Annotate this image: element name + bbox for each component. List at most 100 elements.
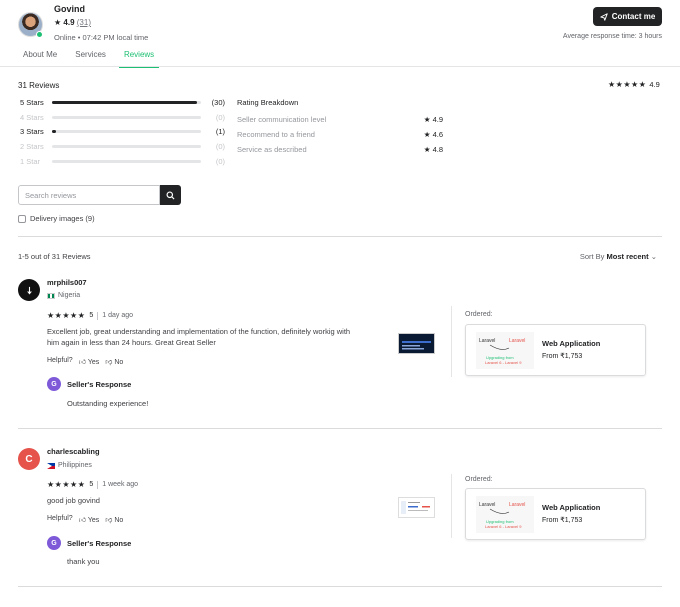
- helpful-no-button[interactable]: 👎︎ No: [105, 357, 123, 366]
- reviewer-avatar[interactable]: [18, 279, 40, 301]
- seller-status: Online • 07:42 PM local time: [54, 33, 149, 42]
- review-time: 1 day ago: [102, 312, 134, 319]
- vertical-divider: [451, 474, 452, 538]
- review-rating: ★★★★★ 5 1 day ago: [47, 311, 133, 320]
- review-rating: ★★★★★ 5 1 week ago: [47, 480, 138, 489]
- delivery-image-thumbnail[interactable]: [398, 497, 435, 518]
- seller-rating-count[interactable]: (31): [77, 18, 91, 27]
- reviewer-avatar[interactable]: C: [18, 448, 40, 470]
- seller-response-text: thank you: [67, 557, 100, 566]
- svg-text:Laravel: Laravel: [509, 338, 525, 344]
- total-reviews: 31 Reviews: [18, 81, 60, 90]
- rating-breakdown-title: Rating Breakdown: [237, 98, 299, 107]
- vertical-divider: [451, 306, 452, 377]
- review-text: good job govind: [47, 496, 100, 505]
- chevron-down-icon: ⌄: [650, 252, 657, 261]
- rating-bar-2: 2 Stars (0): [20, 140, 225, 152]
- rating-bar-count: (0): [215, 156, 225, 166]
- rating-bar-label: 4 Stars: [20, 112, 44, 122]
- svg-text:Laravel: Laravel: [479, 502, 495, 508]
- gig-title: Web Application: [542, 339, 601, 348]
- review-text: Excellent job, great understanding and i…: [47, 327, 351, 347]
- rating-bar-1: 1 Star (0): [20, 155, 225, 167]
- helpful-no-button[interactable]: 👎︎ No: [105, 515, 123, 524]
- separator: [97, 480, 99, 489]
- seller-name[interactable]: Govind: [54, 4, 85, 14]
- reviewer-name[interactable]: charlescabling: [47, 447, 100, 456]
- thumb-down-icon: 👎︎: [105, 359, 113, 366]
- gig-thumbnail: Laravel Laravel Upgrading from Laravel 6 - …: [476, 496, 534, 533]
- star-rating-icons: ★★★★★: [608, 80, 647, 89]
- rating-bar-track: [51, 115, 202, 119]
- divider: [18, 428, 662, 429]
- contact-me-button[interactable]: Contact me: [593, 7, 662, 26]
- rating-bar-track: [51, 159, 202, 163]
- thumbnail-graphic: [401, 501, 430, 514]
- rating-bar-label: 5 Stars: [20, 97, 44, 107]
- arrow-down-icon: [26, 286, 32, 295]
- seller-response-avatar: G: [47, 377, 61, 391]
- seller-rating: ★ 4.9 (31): [54, 18, 91, 27]
- online-indicator: [36, 31, 43, 38]
- rating-bar-count: (30): [211, 97, 225, 107]
- breakdown-label: Recommend to a friend: [237, 130, 315, 139]
- review-time: 1 week ago: [102, 481, 139, 488]
- seller-rating-value: 4.9: [63, 18, 75, 27]
- review-rating-value: 5: [89, 481, 94, 488]
- svg-text:Laravel 6 - Laravel 9: Laravel 6 - Laravel 9: [485, 360, 522, 365]
- rating-bar-label: 3 Stars: [20, 126, 44, 136]
- svg-text:Laravel: Laravel: [509, 502, 525, 508]
- reviews-count: 1-5 out of 31 Reviews: [18, 252, 91, 261]
- delivery-images-label[interactable]: Delivery images (9): [30, 214, 95, 223]
- reviewer-country: Philippines: [47, 462, 92, 469]
- helpful-row: Helpful? 👍︎ Yes 👎︎ No: [47, 357, 123, 366]
- nigeria-flag-icon: [47, 292, 55, 299]
- breakdown-row: Seller communication level ★ 4.9: [237, 115, 443, 124]
- sort-dropdown[interactable]: Sort By Most recent ⌄: [580, 252, 657, 261]
- star-rating-icons: ★★★★★: [47, 480, 86, 489]
- gig-title: Web Application: [542, 503, 601, 512]
- search-input[interactable]: Search reviews: [18, 185, 160, 205]
- svg-text:Laravel 6 - Laravel 9: Laravel 6 - Laravel 9: [485, 524, 522, 529]
- breakdown-label: Seller communication level: [237, 115, 327, 124]
- helpful-label: Helpful?: [47, 515, 73, 522]
- gig-price: From ₹1,753: [542, 517, 583, 524]
- rating-bar-label: 2 Stars: [20, 141, 44, 151]
- sort-label: Sort By: [579, 252, 605, 261]
- rating-bar-track: [51, 129, 202, 133]
- rating-bar-4: 4 Stars (0): [20, 111, 225, 123]
- tabs-divider: [0, 66, 680, 67]
- delivery-image-thumbnail[interactable]: [398, 333, 435, 354]
- rating-bar-fill: [51, 100, 197, 104]
- ordered-gig-card[interactable]: Laravel Laravel Upgrading from Laravel 6 - …: [465, 488, 646, 540]
- breakdown-value: ★ 4.9: [423, 115, 443, 124]
- gig-price: From ₹1,753: [542, 353, 583, 360]
- ordered-label: Ordered:: [465, 311, 493, 318]
- helpful-row: Helpful? 👍︎ Yes 👎︎ No: [47, 515, 123, 524]
- rating-bar-3[interactable]: 3 Stars (1): [20, 125, 225, 137]
- seller-response-title[interactable]: Seller's Response: [67, 380, 131, 389]
- seller-response-title[interactable]: Seller's Response: [67, 539, 131, 548]
- contact-me-label: Contact me: [611, 12, 656, 21]
- delivery-images-checkbox[interactable]: [18, 215, 26, 223]
- search-button[interactable]: [160, 185, 181, 205]
- sort-value: Most recent: [606, 252, 649, 261]
- seller-response-text: Outstanding experience!: [67, 399, 149, 408]
- helpful-yes-button[interactable]: 👍︎ Yes: [79, 357, 100, 366]
- helpful-yes-button[interactable]: 👍︎ Yes: [79, 515, 100, 524]
- overall-rating: ★★★★★ 4.9: [608, 80, 660, 89]
- rating-bar-count: (0): [215, 112, 225, 122]
- philippines-flag-icon: [47, 462, 55, 469]
- reviewer-country: Nigeria: [47, 292, 80, 299]
- ordered-gig-card[interactable]: Laravel Laravel Upgrading from Laravel 6 - …: [465, 324, 646, 376]
- divider: [18, 236, 662, 237]
- divider: [18, 586, 662, 587]
- breakdown-label: Service as described: [237, 145, 307, 154]
- reviewer-name[interactable]: mrphils007: [47, 278, 87, 287]
- rating-bar-count: (1): [215, 126, 225, 136]
- rating-bar-5[interactable]: 5 Stars (30): [20, 96, 225, 108]
- thumb-up-icon: 👍︎: [78, 517, 87, 524]
- search-icon: [166, 190, 175, 200]
- helpful-label: Helpful?: [47, 357, 73, 364]
- seller-response-avatar: G: [47, 536, 61, 550]
